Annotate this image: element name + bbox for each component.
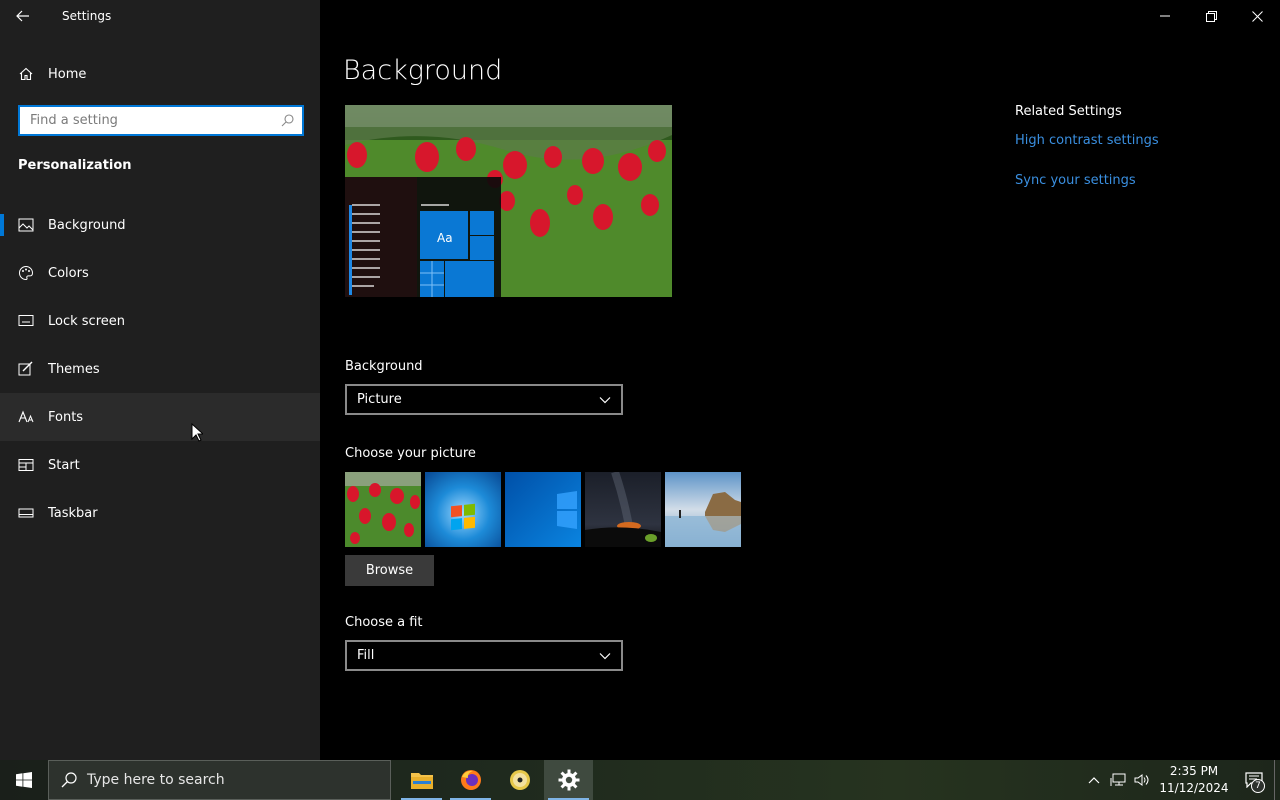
palette-icon bbox=[18, 265, 34, 281]
thumbnail-beach-rocks[interactable] bbox=[665, 472, 741, 547]
home-label: Home bbox=[48, 66, 87, 82]
background-preview: Aa bbox=[345, 105, 672, 297]
sidebar-item-label: Taskbar bbox=[48, 505, 98, 521]
picture-thumbnails bbox=[345, 472, 741, 547]
fit-value: Fill bbox=[357, 648, 375, 663]
thumbnail-night-sky[interactable] bbox=[585, 472, 661, 547]
title-bar: Settings bbox=[0, 0, 320, 32]
close-icon bbox=[1251, 10, 1263, 22]
network-icon bbox=[1110, 773, 1126, 786]
background-type-label: Background bbox=[345, 359, 423, 374]
app-title: Settings bbox=[62, 9, 112, 23]
taskbar-file-explorer[interactable] bbox=[397, 760, 446, 800]
browse-button[interactable]: Browse bbox=[345, 555, 434, 586]
start-button[interactable] bbox=[0, 760, 48, 800]
preview-tile-text: Aa bbox=[437, 231, 453, 245]
minimize-button[interactable] bbox=[1142, 0, 1188, 32]
background-type-dropdown[interactable]: Picture bbox=[345, 384, 623, 415]
find-setting-input[interactable] bbox=[30, 113, 281, 128]
back-arrow-icon bbox=[16, 10, 29, 22]
background-type-value: Picture bbox=[357, 392, 402, 407]
sidebar-item-start[interactable]: Start bbox=[0, 441, 320, 489]
window-controls bbox=[1142, 0, 1280, 32]
taskbar: Type here to search 2:35 PM 11/12/2024 7 bbox=[0, 760, 1280, 800]
mouse-cursor-icon bbox=[191, 423, 203, 442]
media-disc-icon bbox=[509, 770, 530, 790]
sidebar-item-label: Lock screen bbox=[48, 313, 125, 329]
fit-dropdown[interactable]: Fill bbox=[345, 640, 623, 671]
sidebar-item-lock-screen[interactable]: Lock screen bbox=[0, 297, 320, 345]
chevron-up-icon bbox=[1088, 777, 1100, 784]
related-settings-title: Related Settings bbox=[1015, 104, 1122, 119]
clock-date: 11/12/2024 bbox=[1159, 781, 1229, 795]
picture-icon bbox=[18, 217, 34, 233]
sidebar-nav: Background Colors Lock screen Themes Fon… bbox=[0, 201, 320, 537]
taskbar-firefox[interactable] bbox=[446, 760, 495, 800]
sidebar-item-themes[interactable]: Themes bbox=[0, 345, 320, 393]
taskbar-search-placeholder: Type here to search bbox=[87, 772, 225, 788]
sidebar-item-colors[interactable]: Colors bbox=[0, 249, 320, 297]
back-button[interactable] bbox=[0, 0, 46, 32]
high-contrast-settings-link[interactable]: High contrast settings bbox=[1015, 133, 1159, 148]
section-title: Personalization bbox=[18, 158, 132, 173]
action-center-button[interactable]: 7 bbox=[1234, 760, 1274, 800]
taskbar-icon bbox=[18, 505, 34, 521]
start-menu-icon bbox=[18, 457, 34, 473]
taskbar-clock[interactable]: 2:35 PM 11/12/2024 bbox=[1158, 763, 1230, 797]
minimize-icon bbox=[1160, 15, 1170, 17]
page-title: Background bbox=[343, 55, 503, 86]
sidebar-item-fonts[interactable]: Fonts bbox=[0, 393, 320, 441]
sidebar-item-label: Background bbox=[48, 217, 126, 233]
home-icon bbox=[18, 66, 34, 82]
file-explorer-icon bbox=[410, 773, 433, 789]
taskbar-apps bbox=[397, 760, 593, 800]
restore-button[interactable] bbox=[1188, 0, 1234, 32]
close-button[interactable] bbox=[1234, 0, 1280, 32]
sidebar-item-background[interactable]: Background bbox=[0, 201, 320, 249]
thumbnail-tulips[interactable] bbox=[345, 472, 421, 547]
sidebar-item-label: Themes bbox=[48, 361, 100, 377]
lock-screen-icon bbox=[18, 313, 34, 329]
taskbar-settings[interactable] bbox=[544, 760, 593, 800]
firefox-icon bbox=[460, 770, 481, 790]
taskbar-media-player[interactable] bbox=[495, 760, 544, 800]
find-setting-search-box[interactable] bbox=[18, 105, 304, 136]
notification-count-badge: 7 bbox=[1251, 779, 1265, 793]
volume-button[interactable] bbox=[1130, 760, 1154, 800]
sidebar-item-label: Fonts bbox=[48, 409, 84, 425]
settings-content: Background Aa Background Picture Choose … bbox=[320, 0, 1280, 760]
network-button[interactable] bbox=[1106, 760, 1130, 800]
thumbnail-windows-10-blue[interactable] bbox=[505, 472, 581, 547]
show-hidden-icons-button[interactable] bbox=[1082, 760, 1106, 800]
sidebar-item-home[interactable]: Home bbox=[0, 56, 320, 92]
sync-settings-link[interactable]: Sync your settings bbox=[1015, 173, 1159, 188]
chevron-down-icon bbox=[599, 396, 611, 403]
related-settings: Related Settings High contrast settings … bbox=[1015, 104, 1159, 213]
restore-icon bbox=[1205, 10, 1217, 22]
sidebar-item-label: Colors bbox=[48, 265, 89, 281]
thumbnail-windows-7-logo[interactable] bbox=[425, 472, 501, 547]
choose-fit-label: Choose a fit bbox=[345, 615, 423, 630]
chevron-down-icon bbox=[599, 652, 611, 659]
volume-icon bbox=[1134, 774, 1149, 786]
system-tray: 2:35 PM 11/12/2024 7 bbox=[1082, 760, 1280, 800]
clock-time: 2:35 PM bbox=[1169, 764, 1219, 778]
taskbar-search-box[interactable]: Type here to search bbox=[48, 760, 391, 800]
show-desktop-button[interactable] bbox=[1274, 760, 1280, 800]
settings-gear-icon bbox=[558, 769, 579, 791]
choose-picture-label: Choose your picture bbox=[345, 446, 476, 461]
search-icon bbox=[281, 114, 294, 127]
themes-brush-icon bbox=[18, 361, 34, 377]
sidebar-item-taskbar[interactable]: Taskbar bbox=[0, 489, 320, 537]
sidebar-item-label: Start bbox=[48, 457, 80, 473]
settings-sidebar: Settings Home Personalization Background… bbox=[0, 0, 320, 760]
search-icon bbox=[61, 772, 77, 788]
windows-logo-icon bbox=[16, 772, 32, 788]
fonts-icon bbox=[18, 409, 34, 425]
